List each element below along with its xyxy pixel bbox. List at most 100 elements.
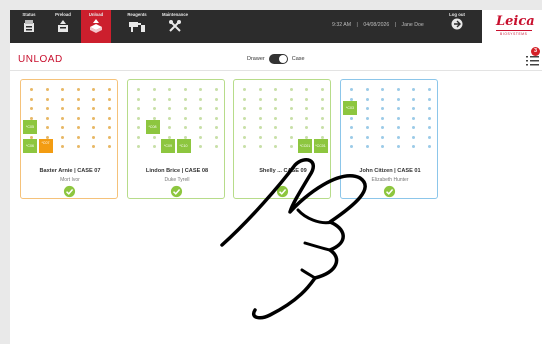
empty-slot [107, 116, 111, 120]
brand-logo: Leica BIOSYSTEMS [482, 10, 542, 43]
tab-status[interactable]: Status [14, 10, 44, 43]
slide-tile[interactable]: *C09 [161, 139, 175, 153]
empty-slot [289, 145, 293, 148]
empty-slot [365, 135, 369, 139]
empty-slot [365, 116, 369, 120]
empty-slot [289, 88, 293, 91]
empty-slot [199, 97, 202, 101]
status-icon [24, 20, 34, 32]
case-subtitle: Mort Ivor [60, 177, 80, 183]
tab-maintenance[interactable]: Maintenance [157, 10, 193, 43]
slide-tile[interactable]: *C03 [343, 101, 357, 115]
empty-slot [61, 145, 64, 148]
tab-preload[interactable]: Preload [48, 10, 78, 43]
empty-slot [61, 97, 64, 101]
empty-slot [214, 88, 218, 91]
empty-slot [381, 107, 384, 110]
empty-slot [381, 126, 384, 129]
empty-slot [76, 116, 80, 120]
empty-slot [289, 116, 293, 120]
empty-slot [30, 97, 33, 101]
empty-slot [137, 88, 140, 91]
empty-slot [107, 126, 111, 129]
empty-slot [427, 88, 431, 91]
user-name: Jane Doe [401, 22, 424, 28]
empty-slot [152, 97, 156, 101]
empty-slot [365, 145, 369, 148]
tab-preload-label: Preload [55, 12, 71, 17]
logout-button[interactable]: Log out [446, 10, 468, 43]
case-title: Baxter Arnie | CASE 07 [39, 168, 101, 174]
empty-slot [92, 126, 95, 129]
page-title: UNLOAD [18, 54, 63, 65]
check-icon [63, 185, 76, 198]
empty-slot [152, 135, 156, 139]
empty-slot [183, 107, 187, 110]
empty-slot [350, 145, 353, 148]
empty-slot [320, 107, 324, 110]
view-toggle[interactable]: Drawer Case [247, 53, 305, 65]
empty-slot [274, 97, 277, 101]
empty-slot [45, 126, 49, 129]
toggle-label-case: Case [291, 56, 305, 62]
empty-slot [214, 126, 218, 129]
empty-slot [412, 135, 415, 139]
empty-slot [365, 88, 369, 91]
top-nav: Status Preload Unload Reagents Maintenan… [10, 10, 542, 43]
empty-slot [214, 107, 218, 110]
empty-slot [107, 97, 111, 101]
empty-slot [427, 126, 431, 129]
empty-slot [45, 88, 49, 91]
case-card[interactable]: *C05 *C06 *C07 Baxter Arnie | CASE 07 Mort I… [20, 79, 118, 199]
empty-slot [76, 135, 80, 139]
empty-slot [427, 97, 431, 101]
reagents-icon [129, 22, 145, 32]
empty-slot [396, 135, 400, 139]
empty-slot [199, 145, 202, 148]
empty-slot [258, 126, 262, 129]
slide-tile[interactable]: *C07 [38, 139, 53, 153]
slide-tile[interactable]: *C08 [145, 120, 160, 134]
empty-slot [168, 88, 171, 91]
empty-slot [61, 107, 64, 110]
empty-slot [381, 145, 384, 148]
switch-knob [278, 55, 287, 63]
tab-unload[interactable]: Unload [81, 10, 111, 43]
empty-slot [199, 107, 202, 110]
empty-slot [137, 97, 140, 101]
empty-slot [274, 107, 277, 110]
empty-slot [30, 88, 33, 91]
empty-slot [45, 107, 49, 110]
empty-slot [396, 116, 400, 120]
clock-date: 04/08/2026 [363, 22, 390, 28]
empty-slot [61, 135, 64, 139]
empty-slot [107, 135, 111, 139]
empty-slot [137, 107, 140, 110]
empty-slot [243, 107, 246, 110]
empty-slot [76, 88, 80, 91]
empty-slot [214, 116, 218, 120]
empty-slot [243, 88, 246, 91]
empty-slot [396, 88, 400, 91]
empty-slot [243, 116, 246, 120]
slide-tile[interactable]: *C05 [23, 120, 37, 134]
empty-slot [76, 145, 80, 148]
preload-icon [58, 20, 68, 32]
empty-slot [30, 107, 33, 110]
empty-slot [107, 145, 111, 148]
slide-tile[interactable]: *C06 [23, 139, 37, 153]
empty-slot [396, 126, 400, 129]
empty-slot [412, 107, 415, 110]
notification-badge: 3 [531, 47, 540, 56]
empty-slot [365, 126, 369, 129]
empty-slot [289, 126, 293, 129]
divider [10, 70, 542, 71]
tab-reagents[interactable]: Reagents [122, 10, 152, 43]
view-switch[interactable] [268, 54, 288, 64]
empty-slot [183, 97, 187, 101]
empty-slot [92, 107, 95, 110]
unload-icon [90, 19, 102, 33]
empty-slot [412, 88, 415, 91]
empty-slot [305, 116, 308, 120]
slide-tile[interactable]: *C10 [176, 139, 191, 153]
